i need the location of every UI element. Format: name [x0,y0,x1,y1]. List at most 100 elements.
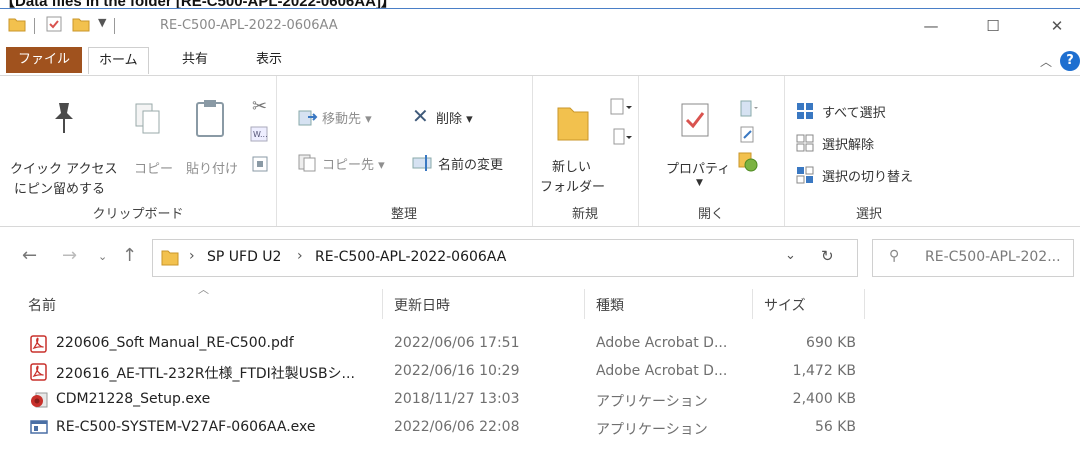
copy-icon [134,102,162,140]
file-name: RE-C500-SYSTEM-V27AF-0606AA.exe [56,419,316,435]
file-type: Adobe Acrobat D... [596,363,728,379]
address-history-dropdown-icon[interactable]: ⌄ [785,248,796,263]
new-item-icon[interactable] [610,98,632,120]
open-icon[interactable] [740,100,760,122]
pin-quick-access-label-2[interactable]: にピン留めする [14,178,105,197]
file-row[interactable]: 220616_AE-TTL-232R仕様_FTDI社製USBシ... 2022/… [0,359,1080,385]
tab-home[interactable]: ホーム [88,47,149,74]
file-type: アプリケーション [596,422,708,438]
setup-icon [30,391,48,409]
customize-dropdown-icon[interactable]: ▼ [98,16,106,29]
tab-view[interactable]: 表示 [246,47,292,73]
properties-button[interactable]: プロパティ [666,158,730,177]
rename-icon [412,154,434,176]
page-caption: 【Data files in the folder [RE-C500-APL-2… [0,0,640,8]
search-placeholder: RE-C500-APL-202... [925,249,1061,265]
help-button[interactable]: ? [1060,51,1080,71]
select-all-icon [796,102,814,124]
file-name: CDM21228_Setup.exe [56,391,211,407]
file-size: 2,400 KB [792,391,856,407]
open-group-label: 開く [697,207,724,222]
invert-selection-button[interactable]: 選択の切り替え [822,166,913,185]
file-row[interactable]: RE-C500-SYSTEM-V27AF-0606AA.exe 2022/06/… [0,415,1080,441]
pdf-icon [30,363,47,381]
svg-text:W...: W... [253,130,268,139]
close-button[interactable]: ✕ [1034,13,1080,39]
copy-to-button[interactable]: コピー先 ▾ [322,154,385,173]
column-headers: ︿ 名前 更新日時 種類 サイズ [0,281,1080,321]
pdf-icon [30,335,47,353]
move-to-button[interactable]: 移動先 ▾ [322,108,372,127]
search-box[interactable]: ⚲ RE-C500-APL-202... [872,239,1074,277]
column-header-type[interactable]: 種類 [596,295,624,315]
open-group: プロパティ ▼ 開く [638,76,785,226]
new-group-label: 新規 [571,207,598,222]
column-header-date[interactable]: 更新日時 [394,295,450,315]
delete-button[interactable]: 削除 ▾ [436,108,473,127]
easy-access-icon[interactable] [610,128,632,150]
new-folder-icon [556,102,590,146]
column-divider[interactable] [584,289,585,319]
properties-dropdown-icon[interactable]: ▼ [696,178,703,188]
pin-quick-access-label-1[interactable]: クイック アクセス [10,158,117,177]
paste-icon [194,98,226,142]
navigation-bar: ← → ⌄ ↑ › SP UFD U2 › RE-C500-APL-2022-0… [0,233,1080,281]
copy-button[interactable]: コピー [134,158,173,177]
explorer-window: ▼ RE-C500-APL-2022-0606AA — ☐ ✕ ファイル ホーム… [0,8,1080,460]
file-date: 2018/11/27 13:03 [394,391,520,407]
cut-icon[interactable]: ✂ [252,96,267,117]
breadcrumb-folder[interactable]: RE-C500-APL-2022-0606AA [315,249,506,265]
title-bar: ▼ RE-C500-APL-2022-0606AA — ☐ ✕ [0,9,1080,43]
folder-icon [8,16,26,32]
copy-path-icon[interactable]: W... [250,126,268,146]
tab-share[interactable]: 共有 [172,47,218,73]
paste-button[interactable]: 貼り付け [186,158,238,177]
select-all-button[interactable]: すべて選択 [822,102,886,121]
delete-icon: ✕ [412,104,429,128]
file-name: 220606_Soft Manual_RE-C500.pdf [56,335,294,351]
properties-quick-icon[interactable] [46,16,62,32]
file-type: Adobe Acrobat D... [596,335,728,351]
select-group-label: 選択 [855,207,882,222]
column-divider[interactable] [864,289,865,319]
file-row[interactable]: CDM21228_Setup.exe 2018/11/27 13:03 アプリケ… [0,387,1080,413]
column-divider[interactable] [752,289,753,319]
new-folder-quick-icon[interactable] [72,16,90,32]
minimize-button[interactable]: — [908,13,954,39]
refresh-icon[interactable]: ↻ [821,247,834,265]
rename-button[interactable]: 名前の変更 [438,154,503,173]
paste-shortcut-icon[interactable] [252,154,268,176]
invert-selection-icon [796,166,814,188]
organize-group: 移動先 ▾ ✕ 削除 ▾ コピー先 ▾ 名前の変更 整理 [276,76,533,226]
history-icon[interactable] [738,152,758,176]
file-name: 220616_AE-TTL-232R仕様_FTDI社製USBシ... [56,366,355,382]
title-separator [34,18,35,34]
back-button[interactable]: ← [22,245,37,266]
forward-button[interactable]: → [62,245,77,266]
pin-icon [50,100,78,138]
ribbon: クイック アクセス にピン留めする コピー 貼り付け ✂ W... クリップボー… [0,75,1080,227]
copy-to-icon [298,154,318,176]
collapse-ribbon-icon[interactable]: ︿ [1040,53,1052,70]
search-icon: ⚲ [889,248,900,264]
select-none-button[interactable]: 選択解除 [822,134,874,153]
file-row[interactable]: 220606_Soft Manual_RE-C500.pdf 2022/06/0… [0,331,1080,357]
maximize-button[interactable]: ☐ [970,13,1016,39]
up-button[interactable]: ↑ [122,245,137,266]
column-header-size[interactable]: サイズ [764,295,806,315]
tab-file[interactable]: ファイル [6,47,83,73]
recent-locations-icon[interactable]: ⌄ [98,250,107,263]
file-type: アプリケーション [596,394,708,410]
new-folder-label-2[interactable]: フォルダー [540,176,605,195]
select-group: すべて選択 選択解除 選択の切り替え 選択 [784,76,954,226]
column-header-name[interactable]: 名前 [28,295,56,315]
address-bar[interactable]: › SP UFD U2 › RE-C500-APL-2022-0606AA ⌄ … [152,239,858,277]
edit-icon[interactable] [740,126,756,148]
new-folder-label-1[interactable]: 新しい [552,156,591,175]
column-divider[interactable] [382,289,383,319]
breadcrumb-drive[interactable]: SP UFD U2 [207,249,281,265]
file-size: 1,472 KB [792,363,856,379]
file-size: 56 KB [814,419,856,435]
file-date: 2022/06/06 22:08 [394,419,520,435]
select-none-icon [796,134,814,156]
